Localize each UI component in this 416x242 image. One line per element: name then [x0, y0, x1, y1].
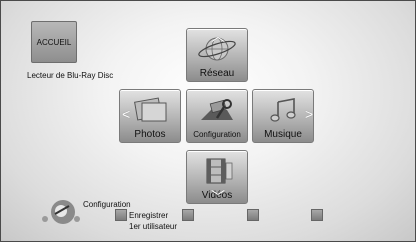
configuration-tile[interactable]: Configuration	[186, 89, 248, 143]
option-remote-icon	[42, 200, 80, 224]
photos-label: Photos	[134, 129, 166, 140]
chevron-left-icon[interactable]: <	[122, 107, 130, 121]
color-button-3[interactable]	[247, 209, 259, 221]
chevron-down-icon[interactable]: ﹀	[211, 190, 225, 204]
device-name: Lecteur de Blu-Ray Disc	[27, 71, 114, 80]
music-notes-icon	[270, 98, 296, 122]
home-title-box: ACCUEIL	[31, 21, 77, 63]
network-label: Réseau	[199, 68, 235, 79]
settings-tools-icon	[201, 99, 233, 120]
color-button-4[interactable]	[311, 209, 323, 221]
chevron-up-icon[interactable]: ︿	[211, 29, 225, 43]
photo-frames-icon	[134, 97, 167, 122]
register-user-caption: Enregistrer 1er utilisateur	[129, 210, 177, 232]
register-line-1: Enregistrer	[129, 211, 169, 220]
film-strip-icon	[206, 158, 233, 184]
configuration-footer-label: Configuration	[83, 200, 131, 209]
home-title: ACCUEIL	[36, 37, 72, 47]
configuration-label: Configuration	[193, 130, 241, 139]
register-line-2: 1er utilisateur	[129, 222, 178, 231]
music-label: Musique	[264, 129, 302, 140]
color-button-1[interactable]	[115, 209, 127, 221]
color-button-2[interactable]	[182, 209, 194, 221]
chevron-right-icon[interactable]: >	[305, 107, 313, 121]
home-screen: ACCUEIL Lecteur de Blu-Ray Disc Réseau P…	[0, 0, 416, 242]
